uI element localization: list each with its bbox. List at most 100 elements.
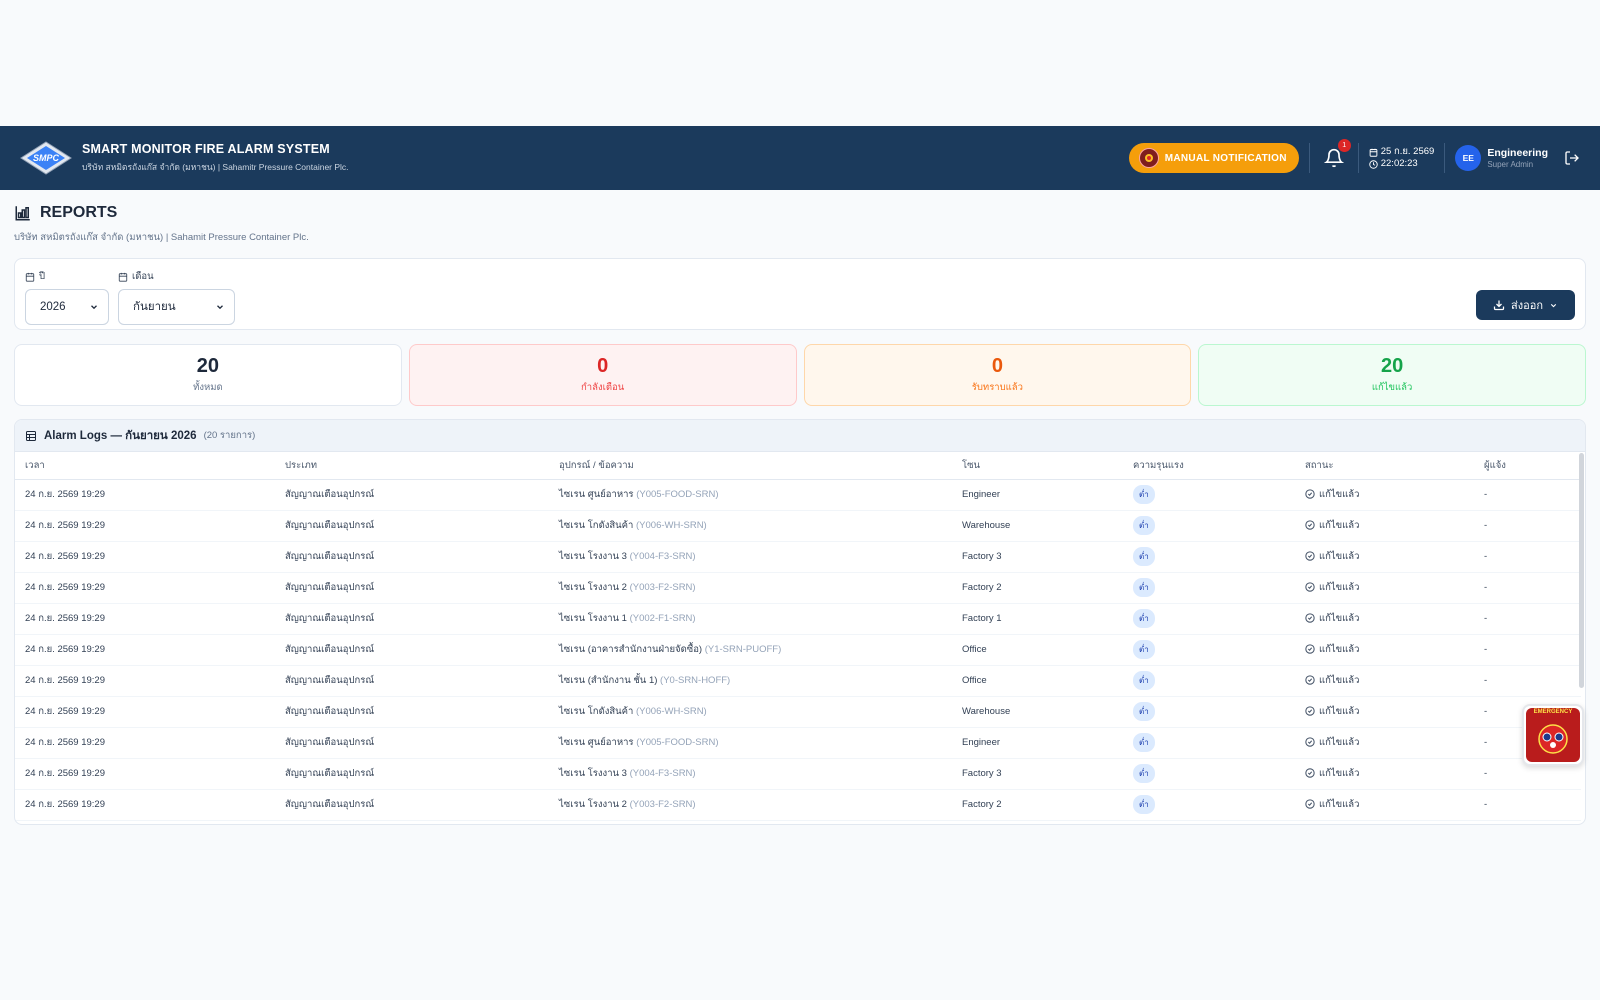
cell-device: ไซเรน โรงงาน 3 (Y004-F3-SRN) <box>549 541 952 573</box>
device-name: ไซเรน โรงงาน 3 <box>559 551 627 562</box>
severity-badge: ต่ำ <box>1133 764 1155 783</box>
table-row[interactable]: 24 ก.ย. 2569 19:29 สัญญาณเตือนอุปกรณ์ ไซเร… <box>15 572 1581 604</box>
cell-zone: Engineer <box>952 727 1123 759</box>
cell-severity: ต่ำ <box>1123 727 1295 759</box>
top-blank-area <box>0 0 1600 126</box>
status-text: แก้ไขแล้ว <box>1319 767 1360 779</box>
table-row[interactable]: 24 ก.ย. 2569 19:29 สัญญาณเตือนอุปกรณ์ ไซเร… <box>15 541 1581 573</box>
emergency-button[interactable]: EMERGENCY <box>1522 704 1584 766</box>
emergency-label: EMERGENCY <box>1533 709 1573 715</box>
table-row[interactable]: 24 ก.ย. 2569 19:29 สัญญาณเตือนอุปกรณ์ ไซเร… <box>15 479 1581 511</box>
cell-severity: ต่ำ <box>1123 572 1295 604</box>
device-name: ไซเรน (สำนักงาน ชั้น 1) <box>559 675 658 686</box>
cell-status: แก้ไขแล้ว <box>1295 634 1474 666</box>
status-badge: แก้ไขแล้ว <box>1305 642 1359 657</box>
cell-time: 24 ก.ย. 2569 19:29 <box>15 665 275 697</box>
calendar-icon <box>118 272 128 282</box>
export-label: ส่งออก <box>1511 300 1543 312</box>
device-code: (Y003-F2-SRN) <box>629 799 696 810</box>
status-badge: แก้ไขแล้ว <box>1305 580 1359 595</box>
cell-time: 24 ก.ย. 2569 19:29 <box>15 572 275 604</box>
cell-severity: ต่ำ <box>1123 541 1295 573</box>
cell-status: แก้ไขแล้ว <box>1295 727 1474 759</box>
column-header[interactable]: ความรุนแรง <box>1123 452 1295 480</box>
calendar-icon <box>25 272 35 282</box>
cell-zone: Factory 3 <box>952 541 1123 573</box>
table-row[interactable]: 24 ก.ย. 2569 19:29 สัญญาณเตือนอุปกรณ์ ไซเร… <box>15 696 1581 728</box>
column-header[interactable]: สถานะ <box>1295 452 1474 480</box>
user-avatar[interactable]: EE <box>1455 145 1482 171</box>
severity-badge: ต่ำ <box>1133 609 1155 628</box>
stat-acknowledged-label: รับทราบแล้ว <box>971 382 1023 393</box>
status-text: แก้ไขแล้ว <box>1319 519 1360 531</box>
cell-severity: ต่ำ <box>1123 479 1295 511</box>
check-circle-icon <box>1305 489 1315 499</box>
table-scrollbar[interactable] <box>1579 453 1584 688</box>
device-name: ไซเรน โกดังสินค้า <box>559 520 634 531</box>
severity-badge: ต่ำ <box>1133 485 1155 504</box>
export-button[interactable]: ส่งออก <box>1476 290 1575 320</box>
alarm-logs-count: (20 รายการ) <box>203 430 256 441</box>
year-select[interactable]: 2026 <box>25 289 109 325</box>
cell-reporter: - <box>1474 634 1581 666</box>
cell-device: ไซเรน ศูนย์อาหาร (Y005-FOOD-SRN) <box>549 727 952 759</box>
status-text: แก้ไขแล้ว <box>1319 643 1360 655</box>
device-name: ไซเรน โกดังสินค้า <box>559 706 634 717</box>
status-badge: แก้ไขแล้ว <box>1305 704 1359 719</box>
table-row[interactable]: 24 ก.ย. 2569 19:29 สัญญาณเตือนอุปกรณ์ ไซเร… <box>15 603 1581 635</box>
status-text: แก้ไขแล้ว <box>1319 488 1360 500</box>
status-text: แก้ไขแล้ว <box>1319 581 1360 593</box>
stat-resolved-value: 20 <box>1381 355 1404 377</box>
device-code: (Y004-F3-SRN) <box>629 551 696 562</box>
stat-total-value: 20 <box>196 355 219 377</box>
cell-time: 24 ก.ย. 2569 19:29 <box>15 758 275 790</box>
page-subtitle: บริษัท สหมิตรถังแก๊ส จำกัด (มหาชน) | Sah… <box>14 232 309 243</box>
year-filter: ปี 2026 <box>25 269 109 325</box>
cell-zone: Factory 3 <box>952 758 1123 790</box>
year-label: ปี <box>39 271 46 282</box>
severity-badge: ต่ำ <box>1133 547 1155 566</box>
emergency-button-face: EMERGENCY <box>1526 708 1580 762</box>
table-row[interactable]: 24 ก.ย. 2569 19:29 สัญญาณเตือนอุปกรณ์ ไซเร… <box>15 727 1581 759</box>
notification-bell[interactable]: 1 <box>1320 139 1351 172</box>
status-text: แก้ไขแล้ว <box>1319 550 1360 562</box>
chevron-down-icon <box>1550 303 1557 307</box>
status-text: แก้ไขแล้ว <box>1319 798 1360 810</box>
cell-zone: Office <box>952 634 1123 666</box>
cell-zone: Warehouse <box>952 510 1123 542</box>
manual-notification-label: MANUAL NOTIFICATION <box>1164 152 1287 164</box>
check-circle-icon <box>1305 768 1315 778</box>
column-header[interactable]: ประเภท <box>275 452 549 480</box>
device-code: (Y002-F1-SRN) <box>629 613 696 624</box>
severity-badge: ต่ำ <box>1133 671 1155 690</box>
device-name: ไซเรน โรงงาน 3 <box>559 768 627 779</box>
column-header[interactable]: ผู้แจ้ง <box>1474 452 1581 480</box>
cell-status: แก้ไขแล้ว <box>1295 603 1474 635</box>
check-circle-icon <box>1305 737 1315 747</box>
column-header[interactable]: เวลา <box>15 452 275 480</box>
logout-button[interactable] <box>1562 148 1582 168</box>
manual-notification-button[interactable]: MANUAL NOTIFICATION <box>1128 143 1299 173</box>
column-header[interactable]: อุปกรณ์ / ข้อความ <box>549 452 952 480</box>
severity-badge: ต่ำ <box>1133 795 1155 814</box>
status-badge: แก้ไขแล้ว <box>1305 611 1359 626</box>
device-code: (Y0-SRN-HOFF) <box>660 675 731 686</box>
table-row[interactable]: 24 ก.ย. 2569 19:29 สัญญาณเตือนอุปกรณ์ ไซเร… <box>15 758 1581 790</box>
month-select[interactable]: กันยายน <box>118 289 235 325</box>
month-label: เดือน <box>132 271 154 282</box>
cell-status: แก้ไขแล้ว <box>1295 510 1474 542</box>
calendar-icon <box>1369 148 1378 157</box>
table-row[interactable]: 24 ก.ย. 2569 19:29 สัญญาณเตือนอุปกรณ์ ไซเร… <box>15 789 1581 821</box>
table-row[interactable]: 24 ก.ย. 2569 19:29 สัญญาณเตือนอุปกรณ์ ไซเร… <box>15 665 1581 697</box>
app-subtitle: บริษัท สหมิตรถังแก๊ส จำกัด (มหาชน) | Sah… <box>82 162 349 172</box>
user-role: Super Admin <box>1487 160 1534 169</box>
device-name: ไซเรน (อาคารสำนักงานฝ่ายจัดซื้อ) <box>559 644 703 655</box>
status-badge: แก้ไขแล้ว <box>1305 766 1359 781</box>
table-row[interactable]: 24 ก.ย. 2569 19:29 สัญญาณเตือนอุปกรณ์ ไซเร… <box>15 510 1581 542</box>
clock-icon <box>1369 159 1378 169</box>
cell-device: ไซเรน โกดังสินค้า (Y006-WH-SRN) <box>549 696 952 728</box>
cell-device: ไซเรน โรงงาน 2 (Y003-F2-SRN) <box>549 789 952 821</box>
status-badge: แก้ไขแล้ว <box>1305 487 1359 502</box>
column-header[interactable]: โซน <box>952 452 1123 480</box>
table-row[interactable]: 24 ก.ย. 2569 19:29 สัญญาณเตือนอุปกรณ์ ไซเร… <box>15 634 1581 666</box>
